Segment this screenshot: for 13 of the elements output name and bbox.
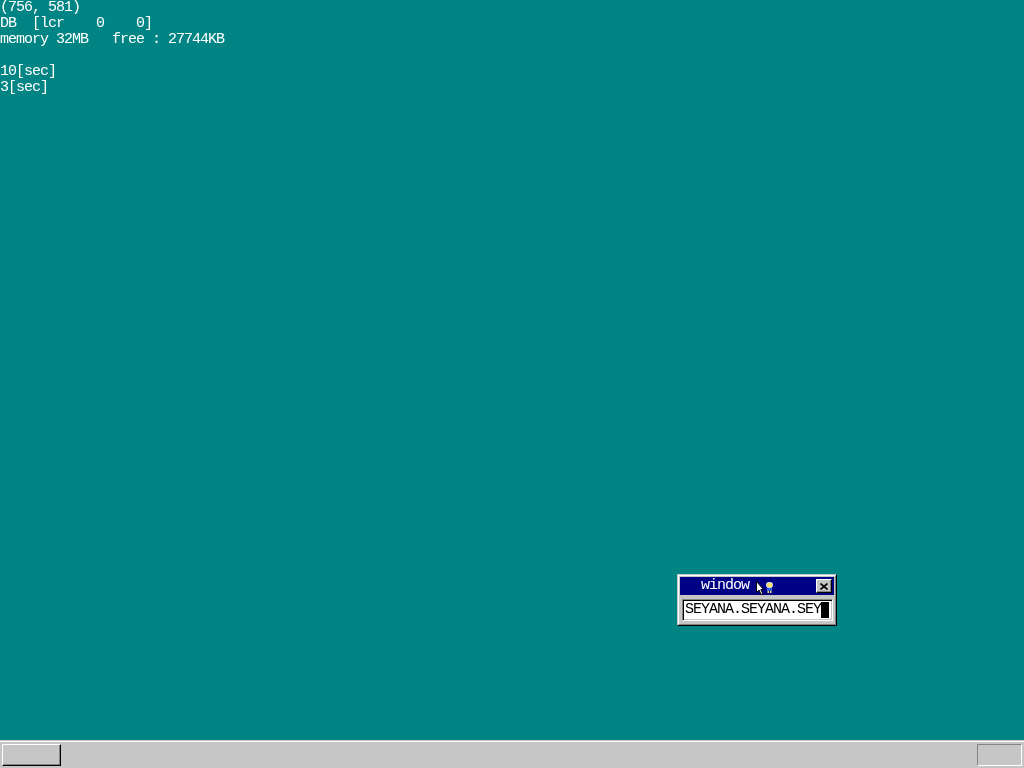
taskbar-button[interactable] xyxy=(2,744,61,766)
close-icon xyxy=(820,582,828,590)
debug-text: (756, 581) xyxy=(0,0,80,16)
text-field[interactable]: SEYANA.SEYANA.SEY xyxy=(682,599,833,621)
debug-text: memory 32MB free : 27744KB xyxy=(0,32,225,48)
debug-text: DB [lcr 0 0] xyxy=(0,16,153,32)
figure-icon xyxy=(766,582,773,593)
window-title: window xyxy=(701,578,749,594)
pointer-icon xyxy=(756,581,764,595)
debug-text: 10[sec] xyxy=(0,64,56,80)
close-button[interactable] xyxy=(816,579,832,593)
tray-area xyxy=(977,744,1022,766)
debug-text: 3[sec] xyxy=(0,80,48,96)
